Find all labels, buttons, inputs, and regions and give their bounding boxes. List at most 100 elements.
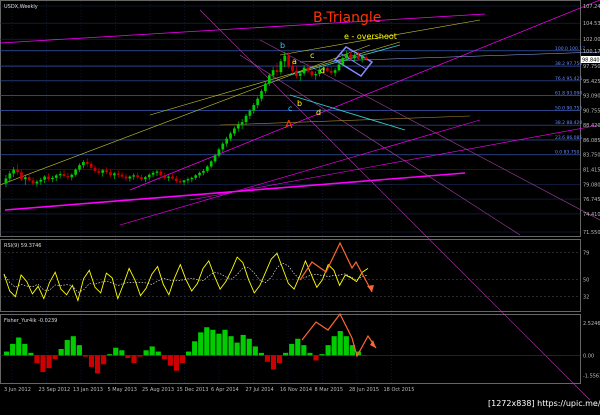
- candle-body: [353, 55, 356, 59]
- fisher-bar: [222, 329, 228, 356]
- candle-body: [93, 167, 97, 171]
- fib-level-label: 61.8 93.090: [555, 91, 582, 97]
- fisher-bar: [331, 336, 337, 356]
- candle-body: [341, 58, 345, 65]
- fisher-bar: [270, 355, 277, 370]
- wave-label-a: a: [292, 57, 297, 66]
- fisher-bar: [4, 351, 10, 356]
- fisher-bar: [186, 351, 192, 356]
- fisher-bar: [40, 355, 46, 373]
- fisher-bar: [173, 355, 180, 371]
- wave-label-A: A: [285, 118, 293, 131]
- main-y-tick-label: 79.080: [583, 182, 600, 188]
- main-y-tick-label: 93.090: [583, 94, 600, 100]
- fisher-bar: [258, 352, 264, 356]
- candle-body: [329, 70, 333, 73]
- candle-body: [140, 177, 143, 180]
- candle-body: [12, 169, 16, 174]
- fisher-bar: [179, 355, 186, 364]
- x-tick-label: 6 Apr 2014: [211, 387, 239, 393]
- fisher-bar: [246, 338, 252, 356]
- candle-body: [209, 161, 213, 167]
- wave-label-d-low: d: [316, 108, 321, 117]
- candle-body: [337, 64, 341, 71]
- fisher-bar: [88, 355, 95, 367]
- candle-body: [147, 174, 151, 178]
- x-tick-label: 25 Aug 2013: [142, 387, 174, 393]
- rsi-label: RSI(9) 59.3746: [4, 243, 41, 249]
- candle-body: [143, 177, 147, 180]
- candle-body: [233, 128, 236, 134]
- candle-body: [310, 71, 314, 76]
- fib-level-label: 100.0 100.17: [555, 46, 585, 52]
- wave-label-b-top: b: [280, 41, 285, 50]
- current-price-text: 98.840: [582, 58, 600, 64]
- candle-body: [264, 83, 267, 92]
- candle-body: [283, 55, 287, 62]
- candle-body: [4, 178, 8, 184]
- candle-body: [236, 124, 240, 129]
- symbol-label: USDX,Weekly: [4, 4, 38, 10]
- fisher-bar: [28, 352, 34, 356]
- candle-body: [298, 73, 302, 76]
- fisher-bar: [107, 354, 113, 356]
- candle-body: [78, 165, 81, 170]
- fisher-bar: [16, 337, 22, 356]
- fisher-bar: [70, 336, 76, 356]
- fisher-bar: [325, 345, 331, 356]
- candle-body: [295, 70, 298, 76]
- watermark: [1272x838] https://upic.me/: [488, 399, 600, 408]
- fisher-bar: [264, 355, 271, 362]
- candle-body: [213, 155, 217, 162]
- candle-body: [66, 175, 70, 178]
- fisher-bar: [277, 355, 283, 364]
- candle-body: [43, 176, 47, 180]
- candle-body: [306, 67, 310, 72]
- fisher-bar: [319, 354, 325, 356]
- fisher-bar: [46, 355, 52, 369]
- main-y-tick-label: 95.425: [583, 79, 600, 85]
- candle-body: [256, 98, 259, 106]
- fisher-bar: [119, 350, 125, 356]
- candle-body: [171, 176, 174, 179]
- main-y-tick-label: 81.415: [583, 168, 600, 174]
- fisher-bar: [343, 336, 349, 356]
- rsi-panel-frame: [0, 239, 581, 312]
- candle-body: [240, 122, 244, 125]
- candle-body: [136, 175, 139, 178]
- fisher-bar: [198, 332, 204, 356]
- candle-body: [267, 75, 271, 84]
- candle-body: [16, 169, 19, 173]
- candle-body: [333, 70, 337, 73]
- candle-body: [31, 180, 35, 184]
- fisher-bar: [22, 343, 28, 356]
- fisher-y-tick-label: -1.5563: [583, 373, 600, 379]
- fisher-bar: [10, 343, 16, 356]
- fisher-bar: [204, 327, 210, 356]
- candle-body: [47, 176, 50, 180]
- candle-body: [35, 181, 39, 184]
- fisher-bar: [155, 351, 161, 356]
- candle-body: [287, 55, 290, 66]
- wave-label-c-top: c: [310, 51, 314, 60]
- fisher-y-tick-label: 0.00: [583, 353, 594, 359]
- main-y-tick-label: 76.745: [583, 197, 600, 203]
- candle-body: [51, 177, 54, 180]
- fisher-bar: [167, 355, 173, 366]
- fisher-bar: [64, 340, 70, 356]
- candle-body: [291, 65, 294, 71]
- candle-body: [120, 174, 124, 177]
- candle-body: [349, 54, 352, 59]
- x-tick-label: 5 May 2013: [108, 387, 137, 393]
- fisher-bar: [337, 331, 343, 356]
- rsi-y-tick-label: 50: [583, 278, 589, 284]
- candle-body: [101, 170, 105, 173]
- candle-body: [74, 169, 77, 175]
- fisher-bar: [131, 355, 137, 364]
- fisher-bar: [307, 352, 313, 356]
- pattern-title: B-Triangle: [313, 10, 381, 26]
- fisher-bar: [137, 355, 143, 357]
- candle-body: [205, 166, 209, 171]
- candle-body: [190, 177, 194, 180]
- candle-body: [128, 176, 132, 179]
